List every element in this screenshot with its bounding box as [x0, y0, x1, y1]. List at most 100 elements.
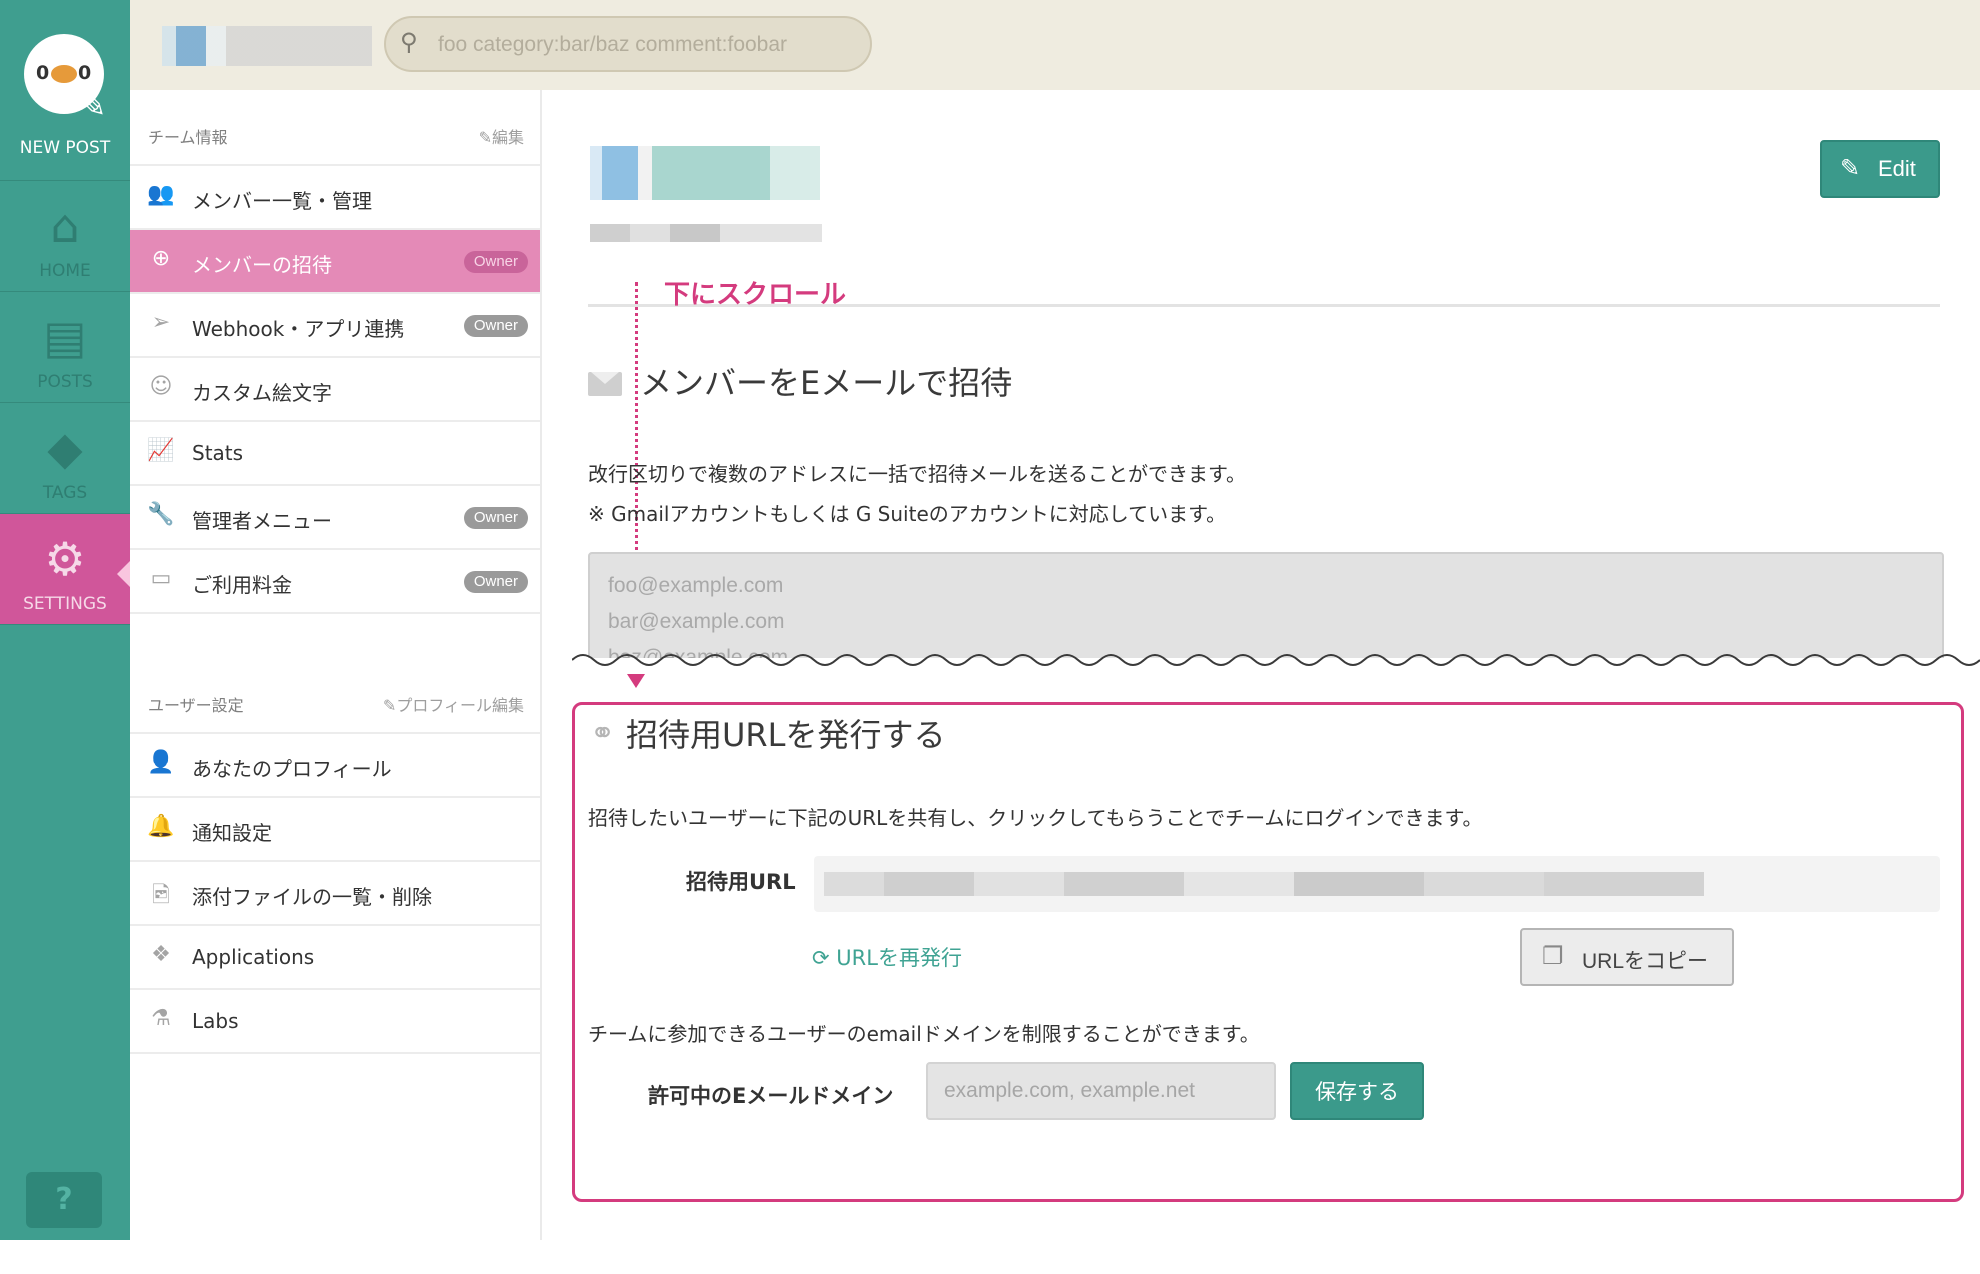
plus-circle-icon: ⊕: [151, 246, 171, 271]
new-post-button[interactable]: 0 0 ✎ NEW POST: [0, 0, 130, 181]
help-button[interactable]: ?: [26, 1172, 102, 1228]
wrench-icon: 🔧: [147, 502, 175, 527]
edit-button-label: Edit: [1878, 156, 1916, 181]
team-logo[interactable]: [162, 26, 372, 66]
invite-url-field[interactable]: [814, 856, 1940, 912]
search-icon: ⚲: [400, 28, 418, 56]
team-section-header: チーム情報 ✎編集: [148, 124, 524, 154]
refresh-icon: ⟳: [812, 946, 830, 970]
home-icon: ⌂: [50, 199, 80, 253]
envelope-icon: [588, 372, 622, 396]
menu-stats[interactable]: 📈 Stats: [130, 422, 540, 486]
pencil-icon: ✎: [78, 86, 107, 126]
edit-button[interactable]: ✎ Edit: [1820, 140, 1940, 198]
menu-attachments[interactable]: 🖻 添付ファイルの一覧・削除: [130, 862, 540, 926]
url-invite-desc: 招待したいユーザーに下記のURLを共有し、クリックしてもらうことでチームにログイ…: [588, 806, 1483, 830]
credit-card-icon: ▭: [150, 566, 172, 591]
url-invite-title: 招待用URLを発行する: [626, 716, 946, 754]
team-edit-link[interactable]: ✎編集: [479, 124, 524, 148]
menu-billing[interactable]: ▭ ご利用料金 Owner: [130, 550, 540, 614]
menu-invite-label: メンバーの招待: [192, 253, 332, 277]
menu-notifications[interactable]: 🔔 通知設定: [130, 798, 540, 862]
nav-settings[interactable]: ⚙ SETTINGS: [0, 514, 131, 625]
save-button[interactable]: 保存する: [1290, 1062, 1424, 1120]
chart-icon: 📈: [147, 438, 175, 463]
gear-icon: ⚙: [44, 532, 86, 586]
menu-members[interactable]: 👥 メンバー一覧・管理: [130, 166, 540, 230]
nav-posts-label: POSTS: [37, 372, 93, 392]
user-section-title: ユーザー設定: [148, 696, 244, 715]
new-post-label: NEW POST: [19, 138, 111, 158]
menu-attachments-label: 添付ファイルの一覧・削除: [192, 885, 432, 909]
search-box[interactable]: ⚲: [384, 16, 872, 72]
menu-custom-emoji[interactable]: ☺ カスタム絵文字: [130, 358, 540, 422]
menu-profile[interactable]: 👤 あなたのプロフィール: [130, 734, 540, 798]
highlight-frame: [572, 702, 1964, 1202]
copy-url-label: URLをコピー: [1582, 950, 1709, 973]
copy-icon: ❐: [1542, 943, 1564, 970]
menu-invite[interactable]: ⊕ メンバーの招待 Owner: [130, 230, 540, 294]
allowed-domain-input[interactable]: [926, 1062, 1276, 1120]
nav-tags-label: TAGS: [42, 483, 88, 503]
team-section-title: チーム情報: [148, 128, 228, 147]
menu-webhook[interactable]: ➢ Webhook・アプリ連携 Owner: [130, 294, 540, 358]
team-name: [590, 146, 820, 200]
menu-billing-label: ご利用料金: [192, 573, 292, 597]
allowed-domain-label: 許可中のEメールドメイン: [648, 1084, 894, 1108]
user-section-header: ユーザー設定 ✎プロフィール編集: [148, 692, 524, 722]
owner-badge: Owner: [463, 315, 528, 337]
search-input[interactable]: [436, 28, 860, 62]
reissue-url-label: URLを再発行: [836, 946, 962, 970]
scroll-arrow-head: [627, 674, 645, 688]
nav-home[interactable]: ⌂ HOME: [0, 181, 130, 292]
menu-admin-label: 管理者メニュー: [192, 509, 332, 533]
smile-icon: ☺: [149, 374, 173, 399]
image-file-icon: 🖻: [152, 883, 170, 908]
menu-custom-emoji-label: カスタム絵文字: [192, 381, 332, 405]
menu-admin[interactable]: 🔧 管理者メニュー Owner: [130, 486, 540, 550]
global-nav: 0 0 ✎ NEW POST ⌂ HOME ▤ POSTS ◆ TAGS ⚙ S…: [0, 0, 131, 1240]
link-icon: ⚭: [590, 716, 616, 751]
menu-stats-label: Stats: [192, 441, 244, 465]
copy-url-button[interactable]: ❐ URLをコピー: [1520, 928, 1734, 986]
menu-labs-label: Labs: [192, 1009, 239, 1033]
tag-icon: ◆: [47, 421, 83, 475]
document-icon: ▤: [43, 310, 87, 364]
flask-icon: ⚗: [151, 1006, 171, 1031]
team-description: [590, 224, 822, 242]
menu-webhook-label: Webhook・アプリ連携: [192, 317, 405, 341]
menu-members-label: メンバー一覧・管理: [192, 189, 372, 213]
menu-labs[interactable]: ⚗ Labs: [130, 990, 540, 1054]
profile-edit-link[interactable]: ✎プロフィール編集: [383, 692, 524, 716]
paper-plane-icon: ➢: [151, 310, 171, 335]
active-pointer: [117, 560, 131, 588]
members-icon: 👥: [147, 182, 175, 207]
owner-badge: Owner: [463, 507, 528, 529]
nav-posts[interactable]: ▤ POSTS: [0, 292, 130, 403]
user-icon: 👤: [147, 750, 175, 775]
email-invite-title: メンバーをEメールで招待: [640, 364, 1013, 402]
nav-settings-label: SETTINGS: [23, 594, 107, 614]
invite-url-value: [824, 872, 1704, 896]
cubes-icon: ❖: [151, 942, 171, 967]
menu-profile-label: あなたのプロフィール: [192, 757, 392, 781]
settings-sidebar: チーム情報 ✎編集 👥 メンバー一覧・管理 ⊕ メンバーの招待 Owner ➢ …: [130, 90, 542, 1240]
reissue-url-link[interactable]: ⟳ URLを再発行: [812, 942, 962, 972]
domain-restrict-desc: チームに参加できるユーザーのemailドメインを制限することができます。: [588, 1022, 1260, 1046]
bell-icon: 🔔: [147, 814, 175, 839]
invite-url-label: 招待用URL: [686, 870, 796, 894]
email-invite-desc: 改行区切りで複数のアドレスに一括で招待メールを送ることができます。: [588, 462, 1246, 486]
top-bar: ⚲: [130, 0, 1980, 90]
owner-badge: Owner: [463, 571, 528, 593]
email-invite-note: ※ Gmailアカウントもしくは G Suiteのアカウントに対応しています。: [588, 502, 1227, 526]
nav-tags[interactable]: ◆ TAGS: [0, 403, 130, 514]
menu-applications-label: Applications: [192, 945, 315, 969]
menu-applications[interactable]: ❖ Applications: [130, 926, 540, 990]
owner-badge: Owner: [463, 251, 528, 273]
main-content: ✎ Edit 下にスクロール メンバーをEメールで招待 改行区切りで複数のアドレ…: [542, 90, 1980, 1240]
pencil-icon: ✎: [1840, 155, 1861, 182]
scroll-annotation: 下にスクロール: [664, 280, 847, 310]
nav-home-label: HOME: [39, 261, 91, 281]
cut-wave: [572, 654, 1980, 690]
menu-notifications-label: 通知設定: [192, 821, 272, 845]
